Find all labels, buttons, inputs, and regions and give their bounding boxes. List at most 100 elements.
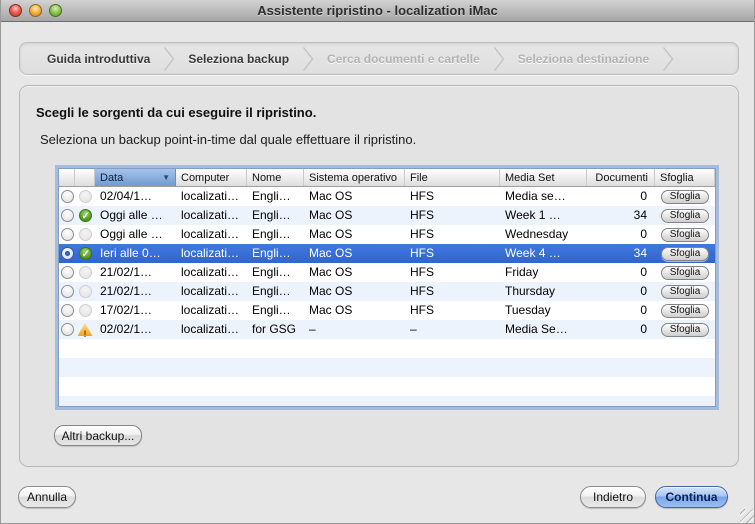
- sort-descending-icon: ▼: [162, 173, 170, 182]
- backup-radio[interactable]: [60, 247, 74, 260]
- cell-so: –: [309, 322, 316, 336]
- sfoglia-button[interactable]: Sfoglia: [661, 246, 709, 261]
- cell-media: Week 1 …: [505, 208, 561, 222]
- column-header-file[interactable]: File: [405, 169, 500, 186]
- sfoglia-button[interactable]: Sfoglia: [661, 284, 709, 299]
- table-row[interactable]: 21/02/1… localizati… Engli… Mac OS HFS Thursd…: [59, 282, 715, 301]
- table-row[interactable]: Oggi alle … localizati… Engli… Mac OS HFS Wed…: [59, 225, 715, 244]
- column-header-label: Sfoglia: [660, 171, 694, 184]
- sfoglia-button[interactable]: Sfoglia: [661, 265, 709, 280]
- content-panel: Scegli le sorgenti da cui eseguire il ri…: [19, 85, 739, 467]
- altri-backup-button[interactable]: Altri backup...: [54, 425, 142, 446]
- breadcrumb-step[interactable]: Seleziona backup: [188, 52, 289, 66]
- cell-so: Mac OS: [309, 284, 353, 298]
- column-header-media[interactable]: Media Set: [500, 169, 587, 186]
- cell-computer: localizati…: [181, 246, 240, 260]
- cell-documenti: 34: [633, 246, 647, 260]
- annulla-button[interactable]: Annulla: [18, 486, 76, 508]
- table-row[interactable]: 17/02/1… localizati… Engli… Mac OS HFS Tuesda…: [59, 301, 715, 320]
- sfoglia-button[interactable]: Sfoglia: [661, 303, 709, 318]
- cell-nome: for GSG: [252, 322, 297, 336]
- column-header-label: File: [410, 171, 428, 184]
- cell-data: Ieri alle 0…: [100, 246, 161, 260]
- column-header-computer[interactable]: Computer: [176, 169, 247, 186]
- sfoglia-button[interactable]: Sfoglia: [661, 189, 709, 204]
- cell-documenti: 0: [640, 189, 647, 203]
- cell-so: Mac OS: [309, 303, 353, 317]
- breadcrumb: Guida introduttiva Seleziona backup Cerca …: [19, 42, 739, 75]
- column-header-documenti[interactable]: Documenti: [587, 169, 655, 186]
- cell-nome: Engli…: [252, 246, 291, 260]
- cell-nome: Engli…: [252, 303, 291, 317]
- resize-grip[interactable]: [740, 509, 754, 523]
- cell-file: HFS: [410, 227, 434, 241]
- cell-media: Wednesday: [505, 227, 569, 241]
- cell-data: 02/02/1…: [100, 322, 153, 336]
- sfoglia-button[interactable]: Sfoglia: [661, 227, 709, 242]
- empty-row: [59, 377, 715, 396]
- column-header-radio[interactable]: [59, 169, 75, 186]
- backup-radio[interactable]: [60, 228, 74, 241]
- breadcrumb-step[interactable]: Cerca documenti e cartelle: [327, 52, 480, 66]
- cell-data: 02/04/1…: [100, 189, 153, 203]
- column-header-label: Media Set: [505, 171, 555, 184]
- breadcrumb-step[interactable]: Seleziona destinazione: [518, 52, 649, 66]
- assistant-window: Assistente ripristino - localization iMa…: [0, 0, 755, 524]
- cell-computer: localizati…: [181, 284, 240, 298]
- table-row[interactable]: 02/02/1…localizati…for GSG––Media Se…0Sf…: [59, 320, 715, 339]
- cell-file: HFS: [410, 303, 434, 317]
- status-empty-icon: [78, 285, 92, 298]
- column-header-status[interactable]: [75, 169, 95, 186]
- cell-nome: Engli…: [252, 208, 291, 222]
- cell-computer: localizati…: [181, 303, 240, 317]
- column-header-sfoglia[interactable]: Sfoglia: [655, 169, 715, 186]
- sfoglia-button[interactable]: Sfoglia: [661, 322, 709, 337]
- zoom-button[interactable]: [49, 4, 62, 17]
- empty-row: [59, 396, 715, 406]
- table-row[interactable]: 21/02/1… localizati… Engli… Mac OS HFS Friday…: [59, 263, 715, 282]
- backup-radio[interactable]: [60, 304, 74, 317]
- minimize-button[interactable]: [29, 4, 42, 17]
- cell-file: HFS: [410, 284, 434, 298]
- column-header-label: Sistema operativo: [309, 171, 398, 184]
- backup-radio[interactable]: [60, 190, 74, 203]
- backup-radio[interactable]: [60, 323, 74, 336]
- backup-radio[interactable]: [60, 209, 74, 222]
- cell-documenti: 34: [633, 208, 647, 222]
- cell-documenti: 0: [640, 227, 647, 241]
- table-row[interactable]: 02/04/1… localizati… Engli… Mac OS HFS Media …: [59, 187, 715, 206]
- titlebar[interactable]: Assistente ripristino - localization iMa…: [1, 0, 754, 22]
- table-header: Data ▼ Computer Nome Sistema operativo File Me…: [59, 169, 715, 187]
- cell-nome: Engli…: [252, 227, 291, 241]
- column-header-nome[interactable]: Nome: [247, 169, 304, 186]
- close-button[interactable]: [9, 4, 22, 17]
- continua-button[interactable]: Continua: [655, 486, 728, 508]
- cell-media: Week 4 …: [505, 246, 561, 260]
- column-header-so[interactable]: Sistema operativo: [304, 169, 405, 186]
- backup-radio[interactable]: [60, 285, 74, 298]
- backup-table: Data ▼ Computer Nome Sistema operativo File Me…: [58, 168, 716, 407]
- table-row[interactable]: Ieri alle 0… localizati… Engli… Mac OS HFS We…: [59, 244, 715, 263]
- cell-nome: Engli…: [252, 189, 291, 203]
- window-title: Assistente ripristino - localization iMa…: [257, 3, 498, 18]
- cell-computer: localizati…: [181, 208, 240, 222]
- cell-file: HFS: [410, 189, 434, 203]
- backup-radio[interactable]: [60, 266, 74, 279]
- cell-media: Media Se…: [505, 322, 568, 336]
- page-subtitle: Seleziona un backup point-in-time dal qu…: [40, 132, 417, 147]
- column-header-data[interactable]: Data ▼: [95, 169, 176, 186]
- indietro-button[interactable]: Indietro: [580, 486, 646, 508]
- chevron-separator-icon: [493, 46, 505, 71]
- cell-data: 21/02/1…: [100, 284, 153, 298]
- status-ok-icon: [78, 245, 92, 263]
- cell-data: 17/02/1…: [100, 303, 153, 317]
- cell-so: Mac OS: [309, 208, 353, 222]
- cell-so: Mac OS: [309, 246, 353, 260]
- sfoglia-button[interactable]: Sfoglia: [661, 208, 709, 223]
- cell-file: HFS: [410, 265, 434, 279]
- cell-documenti: 0: [640, 265, 647, 279]
- cell-media: Thursday: [505, 284, 556, 298]
- breadcrumb-step[interactable]: Guida introduttiva: [47, 52, 150, 66]
- table-row[interactable]: Oggi alle … localizati… Engli… Mac OS HFS Wee…: [59, 206, 715, 225]
- cell-computer: localizati…: [181, 189, 240, 203]
